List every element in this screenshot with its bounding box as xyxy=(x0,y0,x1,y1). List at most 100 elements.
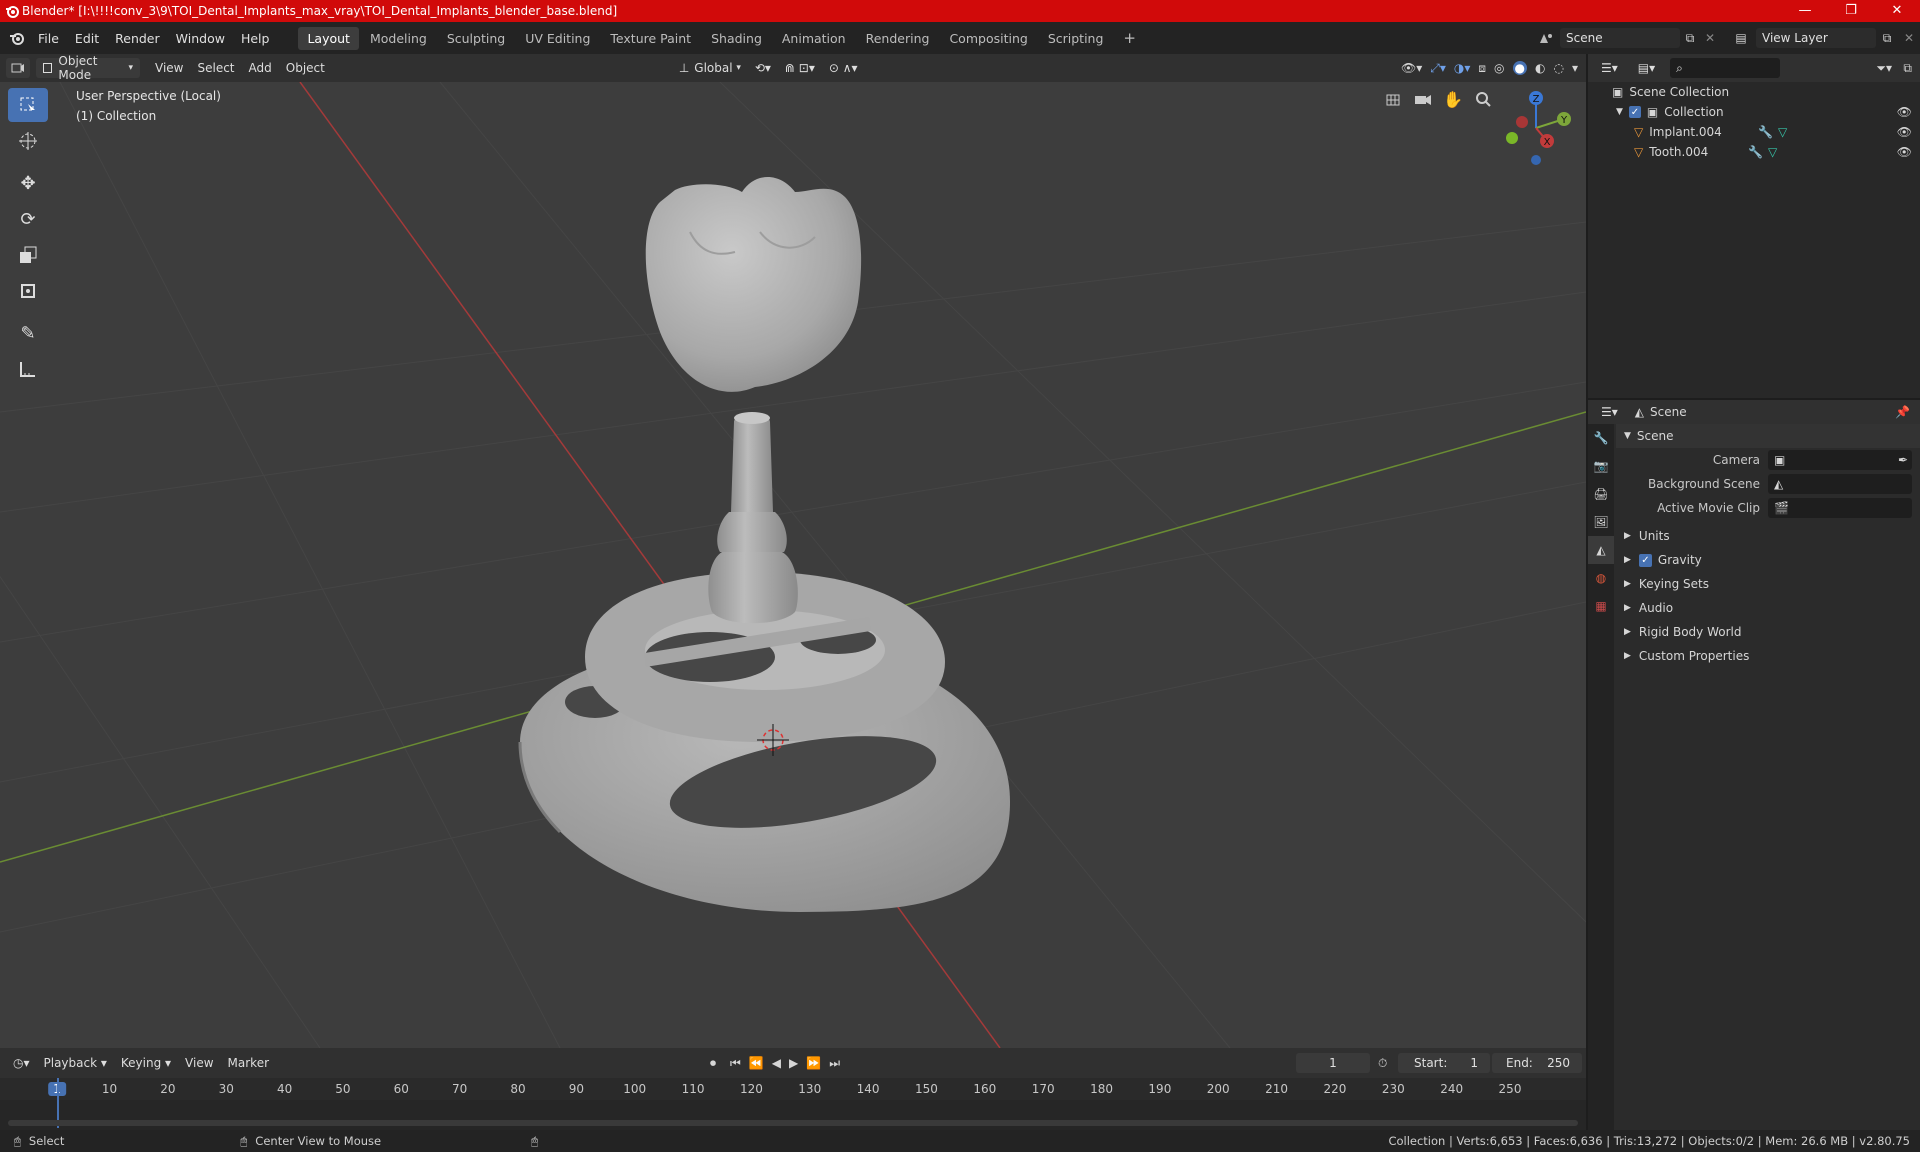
menu-file[interactable]: File xyxy=(30,31,67,46)
timeline-menu-playback[interactable]: Playback ▾ xyxy=(37,1056,114,1070)
menu-render[interactable]: Render xyxy=(107,31,168,46)
modifier-wrench-icon[interactable]: 🔧 xyxy=(1758,125,1773,139)
play-reverse-icon[interactable]: ◀ xyxy=(772,1056,781,1070)
mode-dropdown[interactable]: Object Mode ▾ xyxy=(36,54,140,82)
workspace-tab-sculpting[interactable]: Sculpting xyxy=(438,27,514,50)
prev-keyframe-icon[interactable]: ⏪ xyxy=(749,1056,764,1070)
render-tab-icon[interactable]: 📷 xyxy=(1588,452,1614,480)
add-workspace-icon[interactable]: + xyxy=(1114,25,1145,51)
timeline-editor-type-icon[interactable]: ◷▾ xyxy=(6,1053,37,1073)
close-icon[interactable]: ✕ xyxy=(1874,0,1920,22)
outliner-row-implant[interactable]: ▽ Implant.004 🔧 ▽ 👁 xyxy=(1588,122,1920,142)
mesh-data-icon[interactable]: ▽ xyxy=(1778,125,1787,139)
units-panel[interactable]: ▶ Units xyxy=(1616,524,1920,548)
new-scene-icon[interactable]: ⧉ xyxy=(1680,31,1700,46)
outliner-editor-type-icon[interactable]: ☰▾ xyxy=(1594,58,1625,78)
timeline-menu-keying[interactable]: Keying ▾ xyxy=(114,1056,178,1070)
visibility-eye-icon[interactable]: 👁 xyxy=(1897,105,1912,119)
viewport-menu-object[interactable]: Object xyxy=(279,61,332,75)
tooth-object[interactable] xyxy=(645,177,862,392)
visibility-eye-icon[interactable]: 👁 xyxy=(1897,145,1912,159)
rendered-shading-icon[interactable]: ◌ xyxy=(1553,61,1563,75)
workspace-tab-compositing[interactable]: Compositing xyxy=(940,27,1036,50)
keying-sets-panel[interactable]: ▶ Keying Sets xyxy=(1616,572,1920,596)
view-layer-selector[interactable]: View Layer xyxy=(1756,28,1876,48)
navigation-gizmo[interactable]: Z Y X xyxy=(1496,88,1576,168)
workspace-tab-animation[interactable]: Animation xyxy=(773,27,855,50)
rotate-tool-icon[interactable]: ⟳ xyxy=(8,202,48,236)
filter-icon[interactable]: ⏷▾ xyxy=(1876,61,1892,76)
timeline-scrollbar[interactable] xyxy=(8,1120,1578,1126)
end-frame-field[interactable]: End: 250 xyxy=(1492,1053,1582,1073)
material-shading-icon[interactable]: ◐ xyxy=(1535,61,1545,75)
play-icon[interactable]: ▶ xyxy=(789,1056,798,1070)
world-tab-icon[interactable]: ◍ xyxy=(1588,564,1614,592)
display-mode-icon[interactable]: ▤▾ xyxy=(1631,58,1662,78)
eyedropper-icon[interactable]: ✒ xyxy=(1898,453,1908,467)
workspace-tab-shading[interactable]: Shading xyxy=(702,27,771,50)
remove-view-layer-icon[interactable]: ✕ xyxy=(1898,31,1920,45)
select-box-tool-icon[interactable] xyxy=(8,88,48,122)
properties-editor-type-icon[interactable]: ☰▾ xyxy=(1594,402,1625,422)
visibility-icon[interactable]: 👁▾ xyxy=(1401,61,1422,75)
restore-icon[interactable]: ❐ xyxy=(1828,0,1874,22)
texture-tab-icon[interactable]: ▦ xyxy=(1588,592,1614,620)
menu-edit[interactable]: Edit xyxy=(67,31,107,46)
output-tab-icon[interactable]: 🖨 xyxy=(1588,480,1614,508)
shading-options-icon[interactable]: ▾ xyxy=(1572,61,1578,75)
scene-selector[interactable]: Scene xyxy=(1560,28,1680,48)
custom-properties-panel[interactable]: ▶ Custom Properties xyxy=(1616,644,1920,668)
outliner-row-scene-collection[interactable]: ▣ Scene Collection xyxy=(1588,82,1920,102)
outliner-row-tooth[interactable]: ▽ Tooth.004 🔧 ▽ 👁 xyxy=(1588,142,1920,162)
start-frame-field[interactable]: Start: 1 xyxy=(1398,1053,1490,1073)
gravity-panel[interactable]: ▶ ✓ Gravity xyxy=(1616,548,1920,572)
camera-view-icon[interactable] xyxy=(1410,86,1436,112)
menu-help[interactable]: Help xyxy=(233,31,278,46)
active-movie-clip-field[interactable]: 🎬 xyxy=(1768,498,1912,518)
transform-orientation-dropdown[interactable]: ⊥ Global ▾ xyxy=(672,58,748,78)
modifier-wrench-icon[interactable]: 🔧 xyxy=(1748,145,1763,159)
outliner-search-input[interactable]: ⌕ xyxy=(1670,58,1781,78)
view-layer-tab-icon[interactable]: 🖼 xyxy=(1588,508,1614,536)
scene-icon[interactable] xyxy=(1532,31,1560,45)
preview-range-icon[interactable]: ⏱ xyxy=(1378,1056,1387,1071)
view-layer-icon[interactable]: ▤ xyxy=(1726,31,1756,45)
expand-arrow-icon[interactable]: ▼ xyxy=(1616,107,1623,117)
annotate-tool-icon[interactable]: ✎ xyxy=(8,316,48,350)
current-frame-field[interactable]: 1 xyxy=(1296,1053,1370,1073)
workspace-tab-modeling[interactable]: Modeling xyxy=(361,27,436,50)
snap-icon[interactable]: ⋒ ⊡▾ xyxy=(778,61,822,75)
workspace-tab-texture-paint[interactable]: Texture Paint xyxy=(601,27,700,50)
frame-ruler[interactable]: 1102030405060708090100110120130140150160… xyxy=(0,1078,1586,1100)
gizmo-toggle-icon[interactable]: ⤢▾ xyxy=(1430,61,1446,76)
workspace-tab-scripting[interactable]: Scripting xyxy=(1039,27,1113,50)
editor-type-button[interactable] xyxy=(6,58,30,78)
pin-icon[interactable]: 📌 xyxy=(1895,405,1910,419)
xray-toggle-icon[interactable]: ⧈ xyxy=(1478,61,1486,76)
viewport-menu-add[interactable]: Add xyxy=(242,61,279,75)
camera-field[interactable]: ▣ ✒ xyxy=(1768,450,1912,470)
pan-view-icon[interactable]: ✋ xyxy=(1440,86,1466,112)
audio-panel[interactable]: ▶ Audio xyxy=(1616,596,1920,620)
background-scene-field[interactable]: ◭ xyxy=(1768,474,1912,494)
wireframe-shading-icon[interactable]: ◎ xyxy=(1494,61,1504,75)
scale-tool-icon[interactable] xyxy=(8,238,48,272)
visibility-eye-icon[interactable]: 👁 xyxy=(1897,125,1912,139)
viewport-menu-view[interactable]: View xyxy=(148,61,190,75)
timeline-menu-marker[interactable]: Marker xyxy=(221,1056,276,1070)
tool-tab-icon[interactable]: 🔧 xyxy=(1588,424,1614,452)
remove-scene-icon[interactable]: ✕ xyxy=(1700,31,1720,45)
transform-tool-icon[interactable] xyxy=(8,274,48,308)
menu-window[interactable]: Window xyxy=(168,31,233,46)
pivot-point-icon[interactable]: ⟲▾ xyxy=(748,61,778,75)
outliner-row-collection[interactable]: ▼ ✓ ▣ Collection 👁 xyxy=(1588,102,1920,122)
record-button-icon[interactable]: ⏺ xyxy=(710,1056,716,1071)
jump-start-icon[interactable]: ⏮ xyxy=(730,1056,741,1071)
jump-end-icon[interactable]: ⏭ xyxy=(829,1056,840,1071)
cursor-tool-icon[interactable] xyxy=(8,124,48,158)
mesh-data-icon[interactable]: ▽ xyxy=(1768,145,1777,159)
next-keyframe-icon[interactable]: ⏩ xyxy=(806,1056,821,1070)
zoom-view-icon[interactable] xyxy=(1470,86,1496,112)
proportional-editing-icon[interactable]: ⊙ ∧▾ xyxy=(822,61,865,75)
workspace-tab-rendering[interactable]: Rendering xyxy=(857,27,939,50)
